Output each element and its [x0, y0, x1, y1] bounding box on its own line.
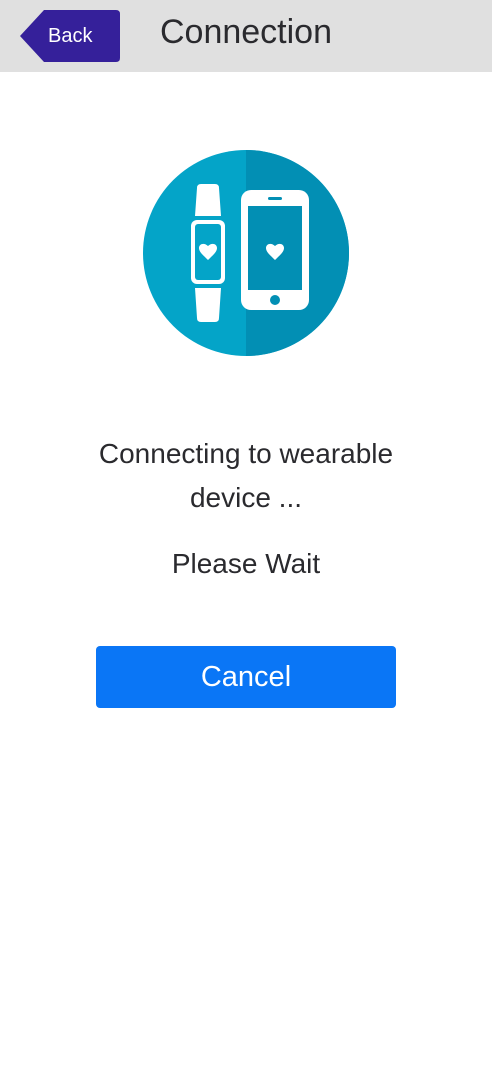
page-title: Connection: [159, 13, 332, 51]
app-header: Back Connection: [0, 0, 492, 72]
please-wait-text: Please Wait: [171, 548, 321, 579]
smartphone-icon: [241, 190, 309, 310]
back-button-label: Back: [48, 25, 93, 47]
cancel-button[interactable]: Cancel: [96, 646, 396, 708]
wearable-phone-connection-icon: [143, 150, 349, 356]
back-button[interactable]: Back: [20, 10, 120, 62]
connection-status-text: Connecting to wearable device ...: [98, 438, 394, 513]
fitness-band-icon: [191, 184, 225, 322]
